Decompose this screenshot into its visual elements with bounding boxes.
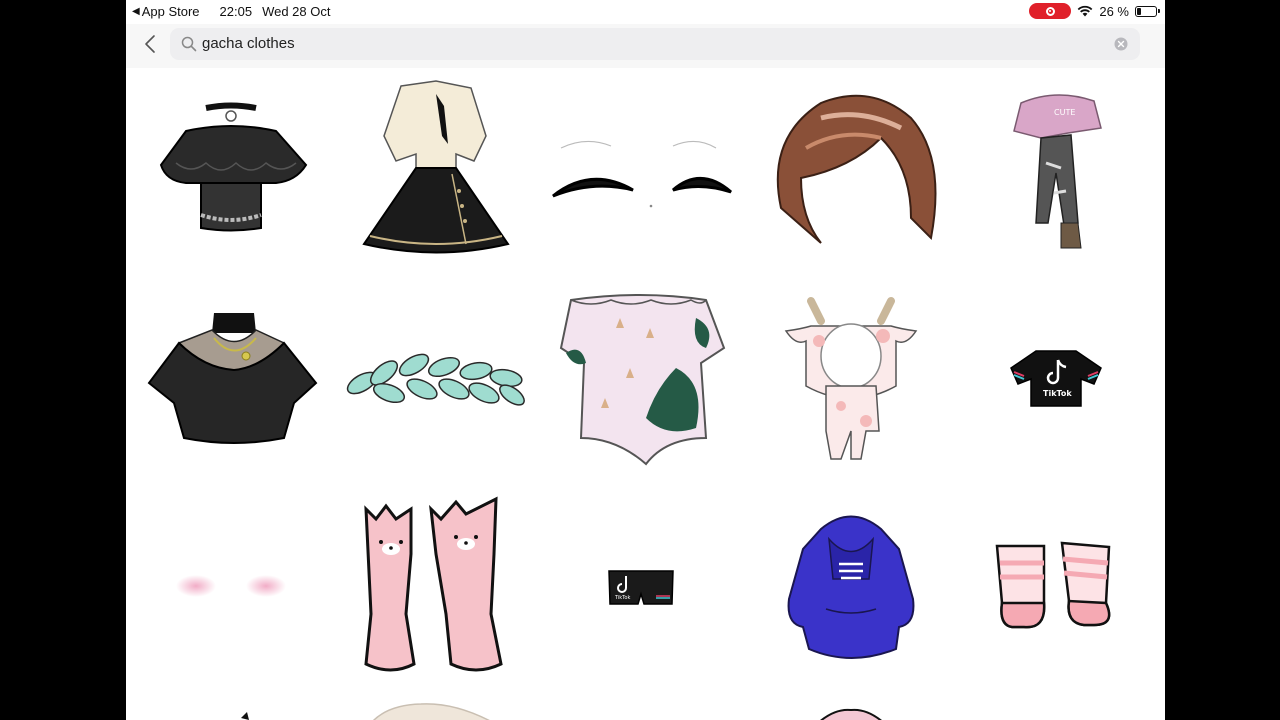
search-icon bbox=[181, 36, 197, 52]
svg-text:TikTok: TikTok bbox=[1043, 389, 1072, 398]
record-icon bbox=[1045, 6, 1055, 16]
result-item[interactable] bbox=[541, 278, 741, 478]
result-item[interactable] bbox=[131, 690, 331, 720]
result-item[interactable]: TikTok bbox=[956, 278, 1156, 478]
chevron-left-icon bbox=[145, 35, 155, 53]
screen-recording-indicator[interactable] bbox=[1029, 3, 1072, 19]
search-nav-bar: gacha clothes bbox=[126, 24, 1165, 68]
result-item[interactable] bbox=[751, 690, 951, 720]
back-button[interactable] bbox=[136, 30, 164, 58]
app-screen: ◀ App Store 22:05 Wed 28 Oct 26 % gacha … bbox=[126, 0, 1165, 720]
back-app-label: App Store bbox=[141, 4, 200, 19]
partial-pink-top-icon bbox=[820, 708, 882, 720]
result-item[interactable] bbox=[131, 486, 331, 686]
black-top-necklace-icon bbox=[147, 313, 317, 444]
result-item[interactable] bbox=[131, 68, 331, 268]
result-item[interactable] bbox=[541, 68, 741, 268]
tiktok-shirt-icon: TikTok bbox=[1010, 349, 1102, 407]
status-right: 26 % bbox=[1029, 3, 1160, 19]
result-item[interactable] bbox=[336, 690, 536, 720]
school-uniform-skirt-icon bbox=[362, 79, 510, 253]
result-item[interactable] bbox=[751, 278, 951, 478]
battery-level bbox=[1137, 7, 1141, 15]
floral-romper-icon bbox=[559, 294, 726, 466]
pink-sweater-jeans-icon: CUTE bbox=[1013, 94, 1102, 249]
image-results-grid: CUTE TikTok TikTok bbox=[126, 68, 1165, 720]
search-query: gacha clothes bbox=[202, 35, 295, 52]
partial-cream-hair-icon bbox=[372, 703, 490, 720]
result-item[interactable] bbox=[751, 486, 951, 686]
search-input[interactable]: gacha clothes bbox=[170, 28, 1140, 60]
striped-socks-icon bbox=[995, 541, 1110, 629]
status-bar: ◀ App Store 22:05 Wed 28 Oct 26 % bbox=[126, 0, 1165, 24]
result-item[interactable] bbox=[336, 68, 536, 268]
blue-hoodie-icon bbox=[787, 515, 915, 659]
result-item[interactable] bbox=[336, 278, 536, 478]
brown-hair-icon bbox=[776, 94, 937, 244]
tiktok-shorts-icon: TikTok bbox=[608, 570, 674, 605]
status-time: 22:05 bbox=[219, 4, 253, 19]
blush-icon bbox=[176, 575, 286, 597]
svg-text:CUTE: CUTE bbox=[1054, 108, 1075, 117]
result-item[interactable]: CUTE bbox=[956, 68, 1156, 268]
result-item[interactable] bbox=[956, 486, 1156, 686]
back-to-app-store[interactable]: ◀ App Store 22:05 Wed 28 Oct bbox=[132, 4, 330, 19]
result-item[interactable] bbox=[751, 68, 951, 268]
black-ruffle-top-icon bbox=[159, 102, 308, 232]
status-date: Wed 28 Oct bbox=[262, 4, 331, 19]
leaf-crown-icon bbox=[346, 353, 525, 406]
result-item[interactable]: TikTok bbox=[541, 486, 741, 686]
clear-search-icon[interactable] bbox=[1114, 37, 1128, 51]
partial-black-item-icon bbox=[241, 712, 249, 720]
bear-stockings-icon bbox=[364, 496, 503, 671]
back-triangle-icon: ◀ bbox=[132, 6, 140, 17]
cow-onesie-icon bbox=[784, 296, 918, 460]
result-item[interactable] bbox=[336, 486, 536, 686]
battery-percent: 26 % bbox=[1099, 3, 1129, 19]
wifi-icon bbox=[1078, 5, 1093, 17]
battery-icon bbox=[1135, 5, 1160, 17]
result-item[interactable] bbox=[131, 278, 331, 478]
closed-eyes-icon bbox=[552, 140, 732, 208]
svg-text:TikTok: TikTok bbox=[614, 595, 630, 601]
